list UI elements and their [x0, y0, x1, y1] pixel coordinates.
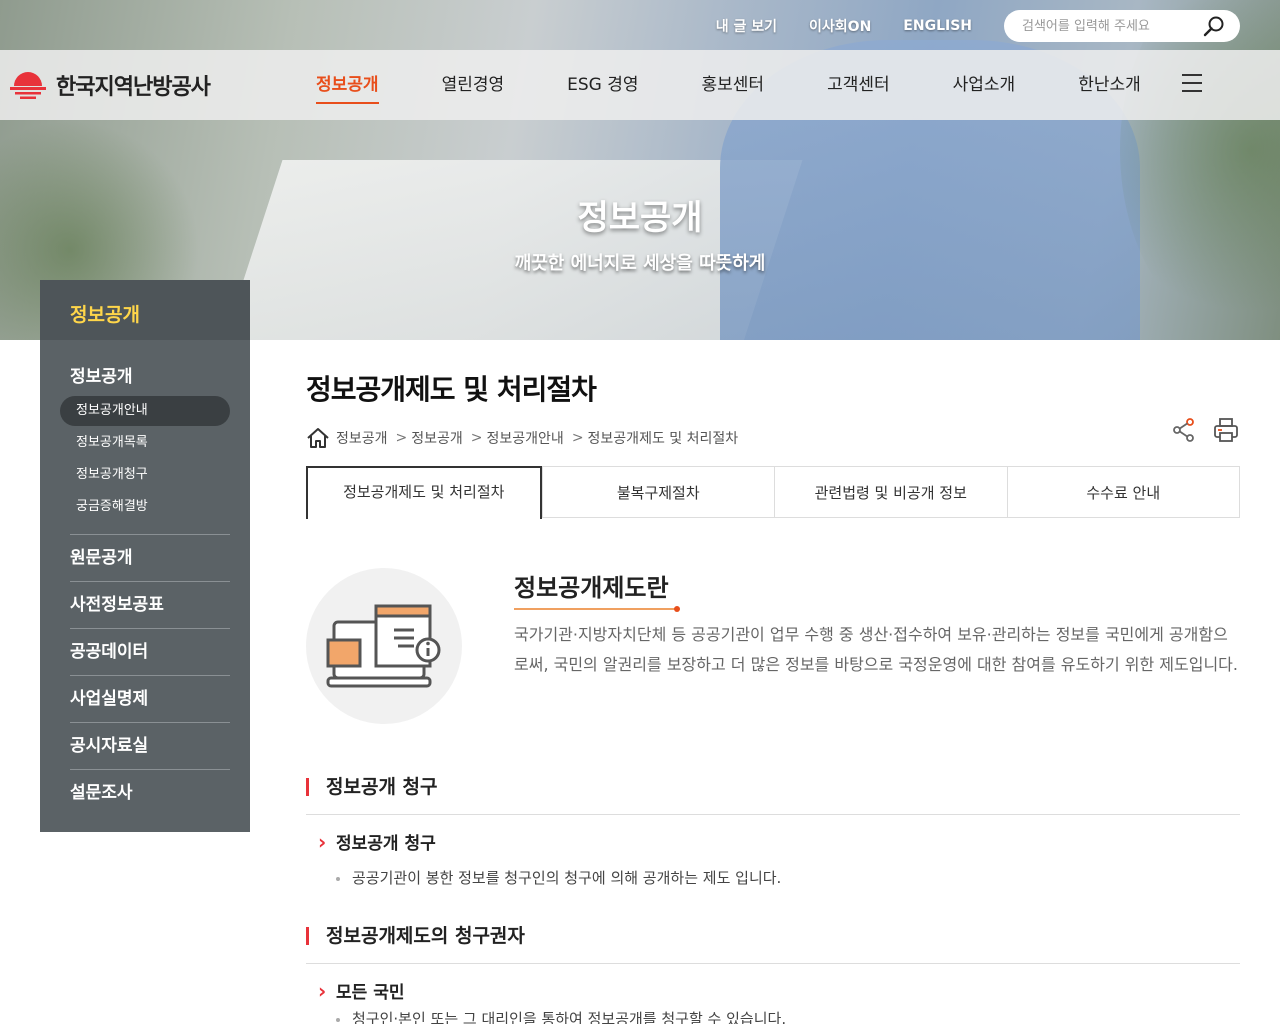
side-nav-item-project-real-name[interactable]: 사업실명제 [70, 675, 230, 722]
search-icon[interactable] [1202, 14, 1226, 38]
side-nav-item-survey[interactable]: 설문조사 [70, 769, 230, 816]
search-input[interactable] [1022, 18, 1202, 34]
chevron-right-icon: > [571, 430, 584, 446]
side-nav-sub-faq[interactable]: 궁금증해결방 [60, 492, 230, 522]
gnb-item-open-management[interactable]: 열린경영 [442, 50, 505, 120]
gnb-item-about[interactable]: 한난소개 [1078, 50, 1141, 120]
home-icon[interactable] [306, 427, 330, 449]
main-content: 정보공개제도 및 처리절차 정보공개 > 정보공개 > 정보공개안내 > 정보공… [306, 340, 1240, 1024]
intro-illustration [306, 568, 462, 724]
side-nav-sub-request[interactable]: 정보공개청구 [60, 460, 230, 490]
gnb-menu: 정보공개 열린경영 ESG 경영 홍보센터 고객센터 사업소개 한난소개 [316, 50, 1141, 120]
tab-fee-guide[interactable]: 수수료 안내 [1006, 467, 1240, 517]
utility-bar: 내 글 보기 이사회ON ENGLISH [716, 10, 1240, 42]
side-nav-header: 정보공개 [40, 280, 250, 340]
side-navigation: 정보공개 정보공개 정보공개안내 정보공개목록 정보공개청구 궁금증해결방 원문… [40, 280, 250, 832]
side-nav-item-pre-disclosure[interactable]: 사전정보공표 [70, 581, 230, 628]
side-nav-sub-list[interactable]: 정보공개목록 [60, 428, 230, 458]
board-on-link[interactable]: 이사회ON [809, 16, 871, 36]
side-nav-item-original[interactable]: 원문공개 [70, 534, 230, 581]
breadcrumb-item[interactable]: 정보공개안내 [487, 428, 564, 448]
gnb-item-business[interactable]: 사업소개 [953, 50, 1016, 120]
sub-heading-request: 정보공개 청구 [306, 829, 1240, 857]
hamburger-menu-icon[interactable] [1182, 74, 1204, 94]
tab-disclosure-procedure[interactable]: 정보공개제도 및 처리절차 [306, 466, 542, 519]
share-icon[interactable] [1170, 416, 1198, 444]
print-icon[interactable] [1212, 416, 1240, 444]
side-nav-section-title[interactable]: 정보공개 [70, 340, 250, 396]
section-heading-eligible: 정보공개제도의 청구권자 [306, 921, 1240, 951]
breadcrumb: 정보공개 > 정보공개 > 정보공개안내 > 정보공개제도 및 처리절차 [306, 426, 1240, 450]
breadcrumb-item[interactable]: 정보공개 [411, 428, 463, 448]
gnb-item-pr-center[interactable]: 홍보센터 [702, 50, 765, 120]
page-tools [1156, 416, 1240, 444]
section-divider [306, 814, 1240, 815]
main-navigation: 한국지역난방공사 정보공개 열린경영 ESG 경영 홍보센터 고객센터 사업소개… [0, 50, 1280, 120]
logo-text: 한국지역난방공사 [56, 75, 211, 100]
side-nav-item-disclosure-archive[interactable]: 공시자료실 [70, 722, 230, 769]
hero-title: 정보공개 [577, 198, 703, 238]
side-nav-item-public-data[interactable]: 공공데이터 [70, 628, 230, 675]
section-heading-request: 정보공개 청구 [306, 772, 1240, 802]
gnb-item-info-disclosure[interactable]: 정보공개 [316, 50, 379, 120]
hero-subtitle: 깨끗한 에너지로 세상을 따뜻하게 [514, 253, 766, 274]
side-nav-header-title: 정보공개 [70, 304, 140, 326]
bullet-request: 공공기관이 봉한 정보를 청구인의 청구에 의해 공개하는 제도 입니다. [306, 865, 1240, 891]
tab-appeal-procedure[interactable]: 불복구제절차 [541, 467, 775, 517]
side-nav-section: 정보공개 정보공개안내 정보공개목록 정보공개청구 궁금증해결방 원문공개 사전… [40, 340, 250, 816]
breadcrumb-item[interactable]: 정보공개 [336, 428, 388, 448]
site-logo[interactable]: 한국지역난방공사 [10, 68, 211, 102]
intro-block: 정보공개제도란 국가기관·지방자치단체 등 공공기관이 업무 수행 중 생산·접… [306, 558, 1240, 768]
monitor-document-icon [326, 604, 441, 688]
content-tabs: 정보공개제도 및 처리절차 불복구제절차 관련법령 및 비공개 정보 수수료 안… [306, 466, 1240, 519]
english-link[interactable]: ENGLISH [903, 18, 972, 34]
chevron-right-icon: > [470, 430, 483, 446]
tab-laws-nondisclosure[interactable]: 관련법령 및 비공개 정보 [774, 467, 1007, 517]
side-nav-sub-guide[interactable]: 정보공개안내 [60, 396, 230, 426]
breadcrumb-item-current: 정보공개제도 및 처리절차 [587, 431, 739, 447]
my-posts-link[interactable]: 내 글 보기 [716, 16, 777, 36]
gnb-item-customer-center[interactable]: 고객센터 [827, 50, 890, 120]
sub-heading-eligible: 모든 국민 [306, 978, 1240, 1006]
chevron-right-icon: > [395, 430, 408, 446]
intro-text: 국가기관·지방자치단체 등 공공기관이 업무 수행 중 생산·접수하여 보유·관… [514, 625, 1238, 674]
bullet-eligible: 청구인·본인 또는 그 대리인을 통하여 정보공개를 청구할 수 있습니다. [306, 1006, 1240, 1024]
logo-sun-icon [10, 72, 46, 99]
intro-title: 정보공개제도란 [514, 574, 669, 602]
intro-title-underline [514, 606, 680, 612]
search-box [1004, 10, 1240, 42]
page-title: 정보공개제도 및 처리절차 [306, 373, 597, 406]
section-divider [306, 963, 1240, 964]
gnb-item-esg[interactable]: ESG 경영 [567, 50, 638, 120]
